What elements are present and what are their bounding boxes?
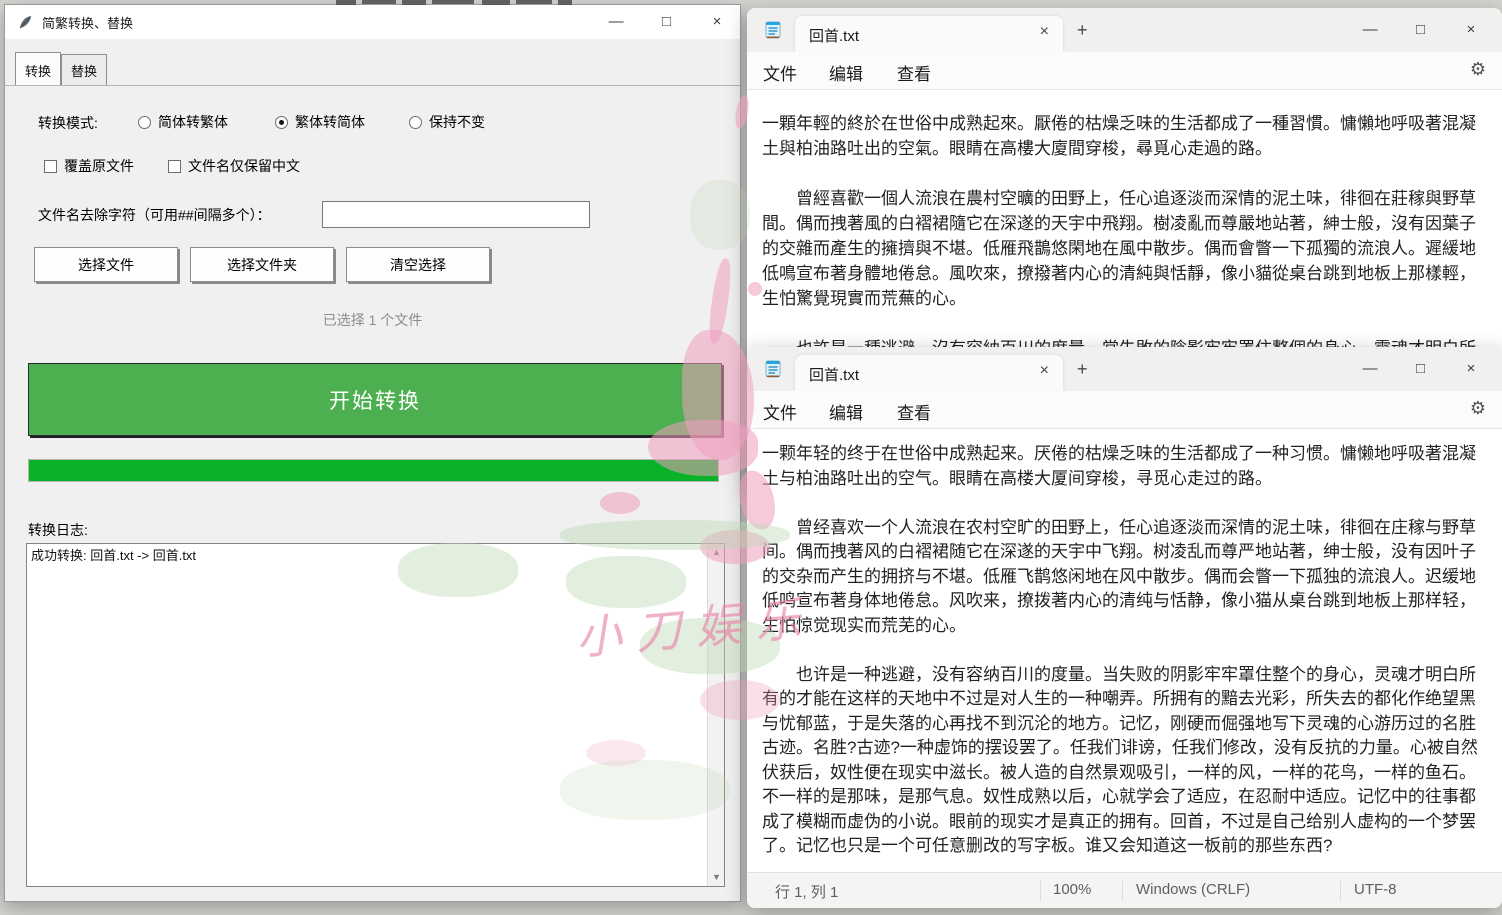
settings-gear-icon[interactable]: ⚙ [1470, 59, 1486, 80]
statusbar-divider [1040, 881, 1041, 901]
strip-chars-input[interactable] [322, 201, 590, 228]
menu-view[interactable]: 查看 [897, 399, 931, 424]
paragraph: 曾经喜欢一个人流浪在农村空旷的田野上，任心追逐淡而深情的泥土味，徘徊在庄稼与野草… [747, 516, 1502, 639]
background-window-artifact [432, 0, 474, 4]
close-icon[interactable]: × [1448, 352, 1494, 386]
scroll-down-icon[interactable]: ▼ [708, 869, 725, 886]
notepad-window-simplified: 回首.txt × + — □ × 文件 编辑 查看 ⚙ 一颗年轻的终于在世俗中成… [747, 347, 1502, 908]
start-convert-button[interactable]: 开始转换 [28, 363, 722, 436]
menu-file[interactable]: 文件 [763, 399, 797, 424]
tab-file[interactable]: 回首.txt × [795, 355, 1063, 391]
desktop: 简繁转换、替换 — □ × 转换 替换 转换模式: 简体转繁体 繁体转简体 保持… [0, 0, 1502, 915]
log-label: 转换日志: [28, 520, 88, 540]
paragraph: 曾經喜歡一個人流浪在農村空曠的田野上，任心追逐淡而深情的泥土味，徘徊在莊稼與野草… [747, 186, 1502, 311]
tab-divider [5, 85, 740, 86]
tab-title: 回首.txt [809, 25, 859, 46]
tab-file[interactable]: 回首.txt × [795, 16, 1063, 52]
maximize-icon[interactable]: □ [1398, 13, 1444, 47]
cursor-position: 行 1, 列 1 [775, 881, 838, 902]
select-folder-button[interactable]: 选择文件夹 [190, 247, 334, 282]
tab-replace[interactable]: 替换 [61, 54, 107, 85]
notepad-menubar: 文件 编辑 查看 ⚙ [747, 52, 1502, 90]
menu-view[interactable]: 查看 [897, 60, 931, 85]
background-window-artifact [516, 0, 552, 4]
notepad-titlebar[interactable]: 回首.txt × + — □ × [747, 347, 1502, 391]
radio-circle-icon [138, 116, 151, 129]
paragraph: 一颗年轻的终于在世俗中成熟起来。厌倦的枯燥乏味的生活都成了一种习惯。慵懒地呼吸著… [747, 442, 1502, 491]
settings-gear-icon[interactable]: ⚙ [1470, 398, 1486, 419]
radio-label: 保持不变 [429, 112, 485, 132]
radio-circle-selected-icon [275, 116, 288, 129]
maximize-icon[interactable]: □ [1398, 352, 1444, 386]
minimize-icon[interactable]: — [1347, 13, 1393, 47]
tab-close-icon[interactable]: × [1040, 23, 1049, 41]
clear-selection-button[interactable]: 清空选择 [346, 247, 490, 282]
radio-label: 繁体转简体 [295, 112, 365, 132]
menu-edit[interactable]: 编辑 [829, 399, 863, 424]
checkbox-icon [44, 160, 57, 173]
tab-title: 回首.txt [809, 364, 859, 385]
converter-titlebar[interactable]: 简繁转换、替换 — □ × [5, 5, 740, 39]
new-tab-icon[interactable]: + [1077, 359, 1088, 380]
new-tab-icon[interactable]: + [1077, 20, 1088, 41]
selection-status: 已选择 1 个文件 [5, 310, 740, 330]
progress-bar [28, 459, 719, 482]
background-window-artifact [558, 0, 572, 5]
paragraph: 也许是一种逃避，没有容纳百川的度量。当失败的阴影牢牢罩住整个的身心，灵魂才明白所… [747, 663, 1502, 859]
menu-file[interactable]: 文件 [763, 60, 797, 85]
background-window-artifact [482, 0, 510, 5]
tab-close-icon[interactable]: × [1040, 362, 1049, 380]
radio-circle-icon [409, 116, 422, 129]
log-scrollbar[interactable]: ▲ ▼ [707, 544, 724, 886]
tab-convert[interactable]: 转换 [15, 52, 61, 85]
log-line: 成功转换: 回首.txt -> 回首.txt [31, 546, 705, 884]
conversion-log[interactable]: 成功转换: 回首.txt -> 回首.txt ▲ ▼ [26, 543, 725, 887]
background-window-artifact [336, 0, 356, 5]
statusbar-divider [1340, 881, 1341, 901]
notepad-menubar: 文件 编辑 查看 ⚙ [747, 391, 1502, 429]
background-window-artifact [402, 0, 426, 5]
mode-label: 转换模式: [38, 113, 98, 133]
scroll-up-icon[interactable]: ▲ [708, 544, 725, 561]
close-icon[interactable]: × [694, 5, 740, 39]
minimize-icon[interactable]: — [1347, 352, 1393, 386]
notepad-statusbar: 行 1, 列 1 100% Windows (CRLF) UTF-8 [747, 872, 1502, 908]
select-files-button[interactable]: 选择文件 [34, 247, 178, 282]
progress-fill [29, 460, 718, 481]
encoding[interactable]: UTF-8 [1354, 881, 1397, 898]
notepad-app-icon [763, 359, 783, 379]
line-ending[interactable]: Windows (CRLF) [1136, 881, 1250, 898]
radio-label: 简体转繁体 [158, 112, 228, 132]
notepad-titlebar[interactable]: 回首.txt × + — □ × [747, 8, 1502, 52]
maximize-icon[interactable]: □ [644, 5, 690, 39]
checkbox-icon [168, 160, 181, 173]
radio-t2s[interactable]: 繁体转简体 [275, 112, 365, 132]
checkbox-label: 文件名仅保留中文 [188, 156, 300, 176]
checkbox-overwrite[interactable]: 覆盖原文件 [44, 156, 134, 176]
statusbar-divider [1122, 881, 1123, 901]
app-feather-icon [17, 14, 34, 31]
minimize-icon[interactable]: — [593, 5, 639, 39]
zoom-level[interactable]: 100% [1053, 881, 1091, 898]
paragraph: 一顆年輕的終於在世俗中成熟起來。厭倦的枯燥乏味的生活都成了一種習慣。慵懶地呼吸著… [747, 111, 1502, 161]
notepad-app-icon [763, 20, 783, 40]
close-icon[interactable]: × [1448, 13, 1494, 47]
converter-window: 简繁转换、替换 — □ × 转换 替换 转换模式: 简体转繁体 繁体转简体 保持… [4, 4, 741, 902]
strip-chars-label: 文件名去除字符（可用##间隔多个）： [38, 205, 271, 225]
radio-s2t[interactable]: 简体转繁体 [138, 112, 228, 132]
editor-text-simplified[interactable]: 一颗年轻的终于在世俗中成熟起来。厌倦的枯燥乏味的生活都成了一种习惯。慵懒地呼吸著… [747, 430, 1502, 872]
checkbox-label: 覆盖原文件 [64, 156, 134, 176]
window-title: 简繁转换、替换 [42, 13, 133, 32]
checkbox-keep-chinese-name[interactable]: 文件名仅保留中文 [168, 156, 300, 176]
background-window-artifact [362, 0, 396, 4]
menu-edit[interactable]: 编辑 [829, 60, 863, 85]
radio-keep[interactable]: 保持不变 [409, 112, 485, 132]
